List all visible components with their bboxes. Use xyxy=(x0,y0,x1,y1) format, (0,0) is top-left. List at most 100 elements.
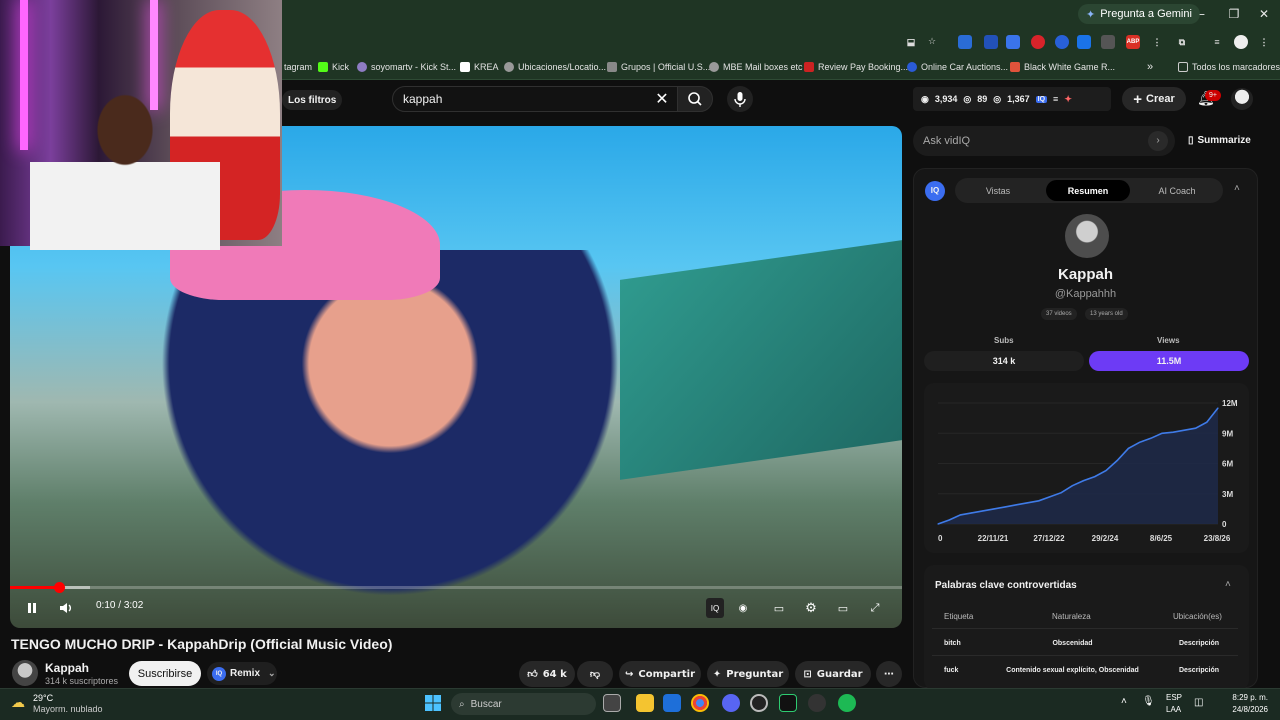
pause-icon[interactable] xyxy=(22,598,42,618)
bookmark-9[interactable]: Black White Game R... xyxy=(1010,60,1115,74)
folder-icon xyxy=(1178,62,1188,72)
windows-start-icon[interactable] xyxy=(425,695,441,716)
bookmark-3[interactable]: KREA xyxy=(460,60,499,74)
like-button[interactable]: 👍︎ 64 k xyxy=(519,661,575,687)
extension-icon-2[interactable] xyxy=(984,35,998,49)
discord-icon[interactable] xyxy=(722,694,740,712)
autoplay-toggle-icon[interactable]: ◉ xyxy=(734,598,752,618)
adblock-icon[interactable]: ABP xyxy=(1126,35,1140,49)
bookmark-5[interactable]: Grupos | Official U.S... xyxy=(607,60,710,74)
kw-row-nature: Contenido sexual explícito, Obscenidad xyxy=(1006,667,1139,674)
taskbar-clock[interactable]: 8:29 p. m. xyxy=(1224,693,1268,702)
remix-button[interactable]: IQ Remix ⌄ xyxy=(207,662,277,685)
store-icon[interactable] xyxy=(663,694,681,712)
file-explorer-icon[interactable] xyxy=(636,694,654,712)
bookmark-6[interactable]: MBE Mail boxes etc xyxy=(709,60,803,74)
ask-button[interactable]: ✦ Preguntar xyxy=(707,661,789,687)
settings-gear-icon[interactable]: ⚙ xyxy=(802,598,820,618)
chevron-right-icon[interactable]: › xyxy=(1148,131,1168,151)
create-button[interactable]: + Crear xyxy=(1122,87,1186,111)
search-input[interactable]: kappah xyxy=(392,86,678,112)
task-view-icon[interactable] xyxy=(603,694,621,712)
taskbar-search[interactable]: ⌕ Buscar xyxy=(451,693,596,715)
channel-avatar[interactable] xyxy=(12,660,38,686)
tray-chevron-icon[interactable]: ˄ xyxy=(1121,696,1127,707)
star-icon[interactable]: ☆ xyxy=(925,35,939,49)
chart-point xyxy=(1004,506,1006,508)
bookmarks-overflow[interactable]: » xyxy=(1147,60,1153,74)
ask-gemini-button[interactable]: ✦ Pregunta a Gemini xyxy=(1078,4,1200,24)
save-button[interactable]: ⊡ Guardar xyxy=(795,661,871,687)
filters-chip[interactable]: Los filtros xyxy=(282,90,343,110)
chart-point xyxy=(959,514,961,516)
bookmark-2[interactable]: soyomartv - Kick St... xyxy=(357,60,456,74)
dislike-button[interactable]: 👎︎ xyxy=(577,661,613,687)
chart-point xyxy=(1038,500,1040,502)
spotify-icon[interactable] xyxy=(838,694,856,712)
chrome-icon[interactable] xyxy=(691,694,709,712)
collapse-icon[interactable]: ˄ xyxy=(1234,183,1240,194)
chevron-up-icon[interactable]: ˄ xyxy=(1225,579,1231,590)
fullscreen-icon[interactable]: ⤢ xyxy=(866,598,884,618)
extensions-puzzle-icon[interactable]: ⧉ xyxy=(1175,35,1189,49)
extension-icon-5[interactable] xyxy=(1055,35,1069,49)
extension-icon-6[interactable] xyxy=(1077,35,1091,49)
tab-vistas[interactable]: Vistas xyxy=(958,180,1038,201)
views-metric-button[interactable]: 11.5M xyxy=(1089,351,1249,371)
app-icon[interactable] xyxy=(808,694,826,712)
progress-scrubber[interactable] xyxy=(54,582,66,593)
capcut-icon[interactable] xyxy=(779,694,797,712)
weather-temperature[interactable]: 29°C xyxy=(33,693,53,703)
share-button[interactable]: ↪ Compartir xyxy=(619,661,701,687)
account-avatar[interactable] xyxy=(1231,88,1253,110)
voice-search-button[interactable] xyxy=(727,86,753,112)
menu-icon[interactable]: ⋮ xyxy=(1257,35,1271,49)
microphone-icon xyxy=(734,92,746,107)
extension-icon-7[interactable] xyxy=(1101,35,1115,49)
progress-fill xyxy=(10,586,60,589)
chart-point xyxy=(1217,407,1219,409)
channel-subscribers: 314 k suscriptores xyxy=(45,676,119,686)
vidiq-channel-handle: @Kappahhh xyxy=(1054,288,1117,300)
extension-icon-1[interactable] xyxy=(958,35,972,49)
search-button[interactable] xyxy=(677,86,713,112)
clear-search-icon[interactable]: ✕ xyxy=(652,89,672,109)
channel-name[interactable]: Kappah xyxy=(45,661,89,675)
tab-resumen[interactable]: Resumen xyxy=(1046,180,1130,201)
more-actions-button[interactable]: ⋯ xyxy=(876,661,902,687)
install-icon[interactable]: ⬓ xyxy=(904,35,918,49)
weather-cloud-icon[interactable]: ☁ xyxy=(11,695,25,711)
search-icon: ⌕ xyxy=(459,698,465,710)
volume-icon[interactable] xyxy=(57,598,77,618)
language-indicator[interactable]: ESP xyxy=(1166,693,1182,702)
bookmark-7[interactable]: Review Pay Booking... xyxy=(804,60,908,74)
bookmark-1[interactable]: Kick xyxy=(318,60,349,74)
subtitles-icon[interactable]: ▭ xyxy=(770,598,788,618)
tab-ai-coach[interactable]: AI Coach xyxy=(1136,180,1218,201)
extension-icon-8[interactable]: ⋮ xyxy=(1150,35,1164,49)
close-window-icon[interactable]: ✕ xyxy=(1252,4,1276,24)
profile-icon[interactable] xyxy=(1234,35,1248,49)
taskbar-date: 24/8/2026 xyxy=(1232,705,1268,714)
bookmark-4[interactable]: Ubicaciones/Locatio... xyxy=(504,60,606,74)
theater-mode-icon[interactable]: ▭ xyxy=(834,598,852,618)
extension-icon-3[interactable] xyxy=(1006,35,1020,49)
bookmark-0[interactable]: tagram xyxy=(284,60,312,74)
obs-icon[interactable] xyxy=(750,694,768,712)
ask-vidiq-input[interactable]: Ask vidIQ xyxy=(913,126,1175,156)
extension-icon-4[interactable] xyxy=(1031,35,1045,49)
bookmark-8[interactable]: Online Car Auctions... xyxy=(907,60,1008,74)
minimize-icon[interactable]: – xyxy=(1190,4,1214,24)
all-bookmarks[interactable]: Todos los marcadores xyxy=(1178,60,1280,74)
subs-metric-button[interactable]: 314 k xyxy=(924,351,1084,371)
vidiq-player-icon[interactable]: IQ xyxy=(706,598,724,618)
progress-track[interactable] xyxy=(10,586,902,589)
summarize-button[interactable]: ▯ Summarize xyxy=(1188,135,1251,146)
vidiq-stats-bar[interactable]: ◉ 3,934 ◎ 89 ◎ 1,367 IQ ≡ ✦ xyxy=(913,87,1111,111)
subscribe-button[interactable]: Suscribirse xyxy=(129,661,201,686)
maximize-icon[interactable]: ❐ xyxy=(1222,4,1246,24)
microphone-icon[interactable]: 🎙︎ xyxy=(1142,696,1155,707)
network-icon[interactable]: ◫ xyxy=(1194,697,1203,708)
vidiq-icon: IQ xyxy=(212,666,226,681)
tab-search-icon[interactable]: ≡ xyxy=(1210,35,1224,49)
